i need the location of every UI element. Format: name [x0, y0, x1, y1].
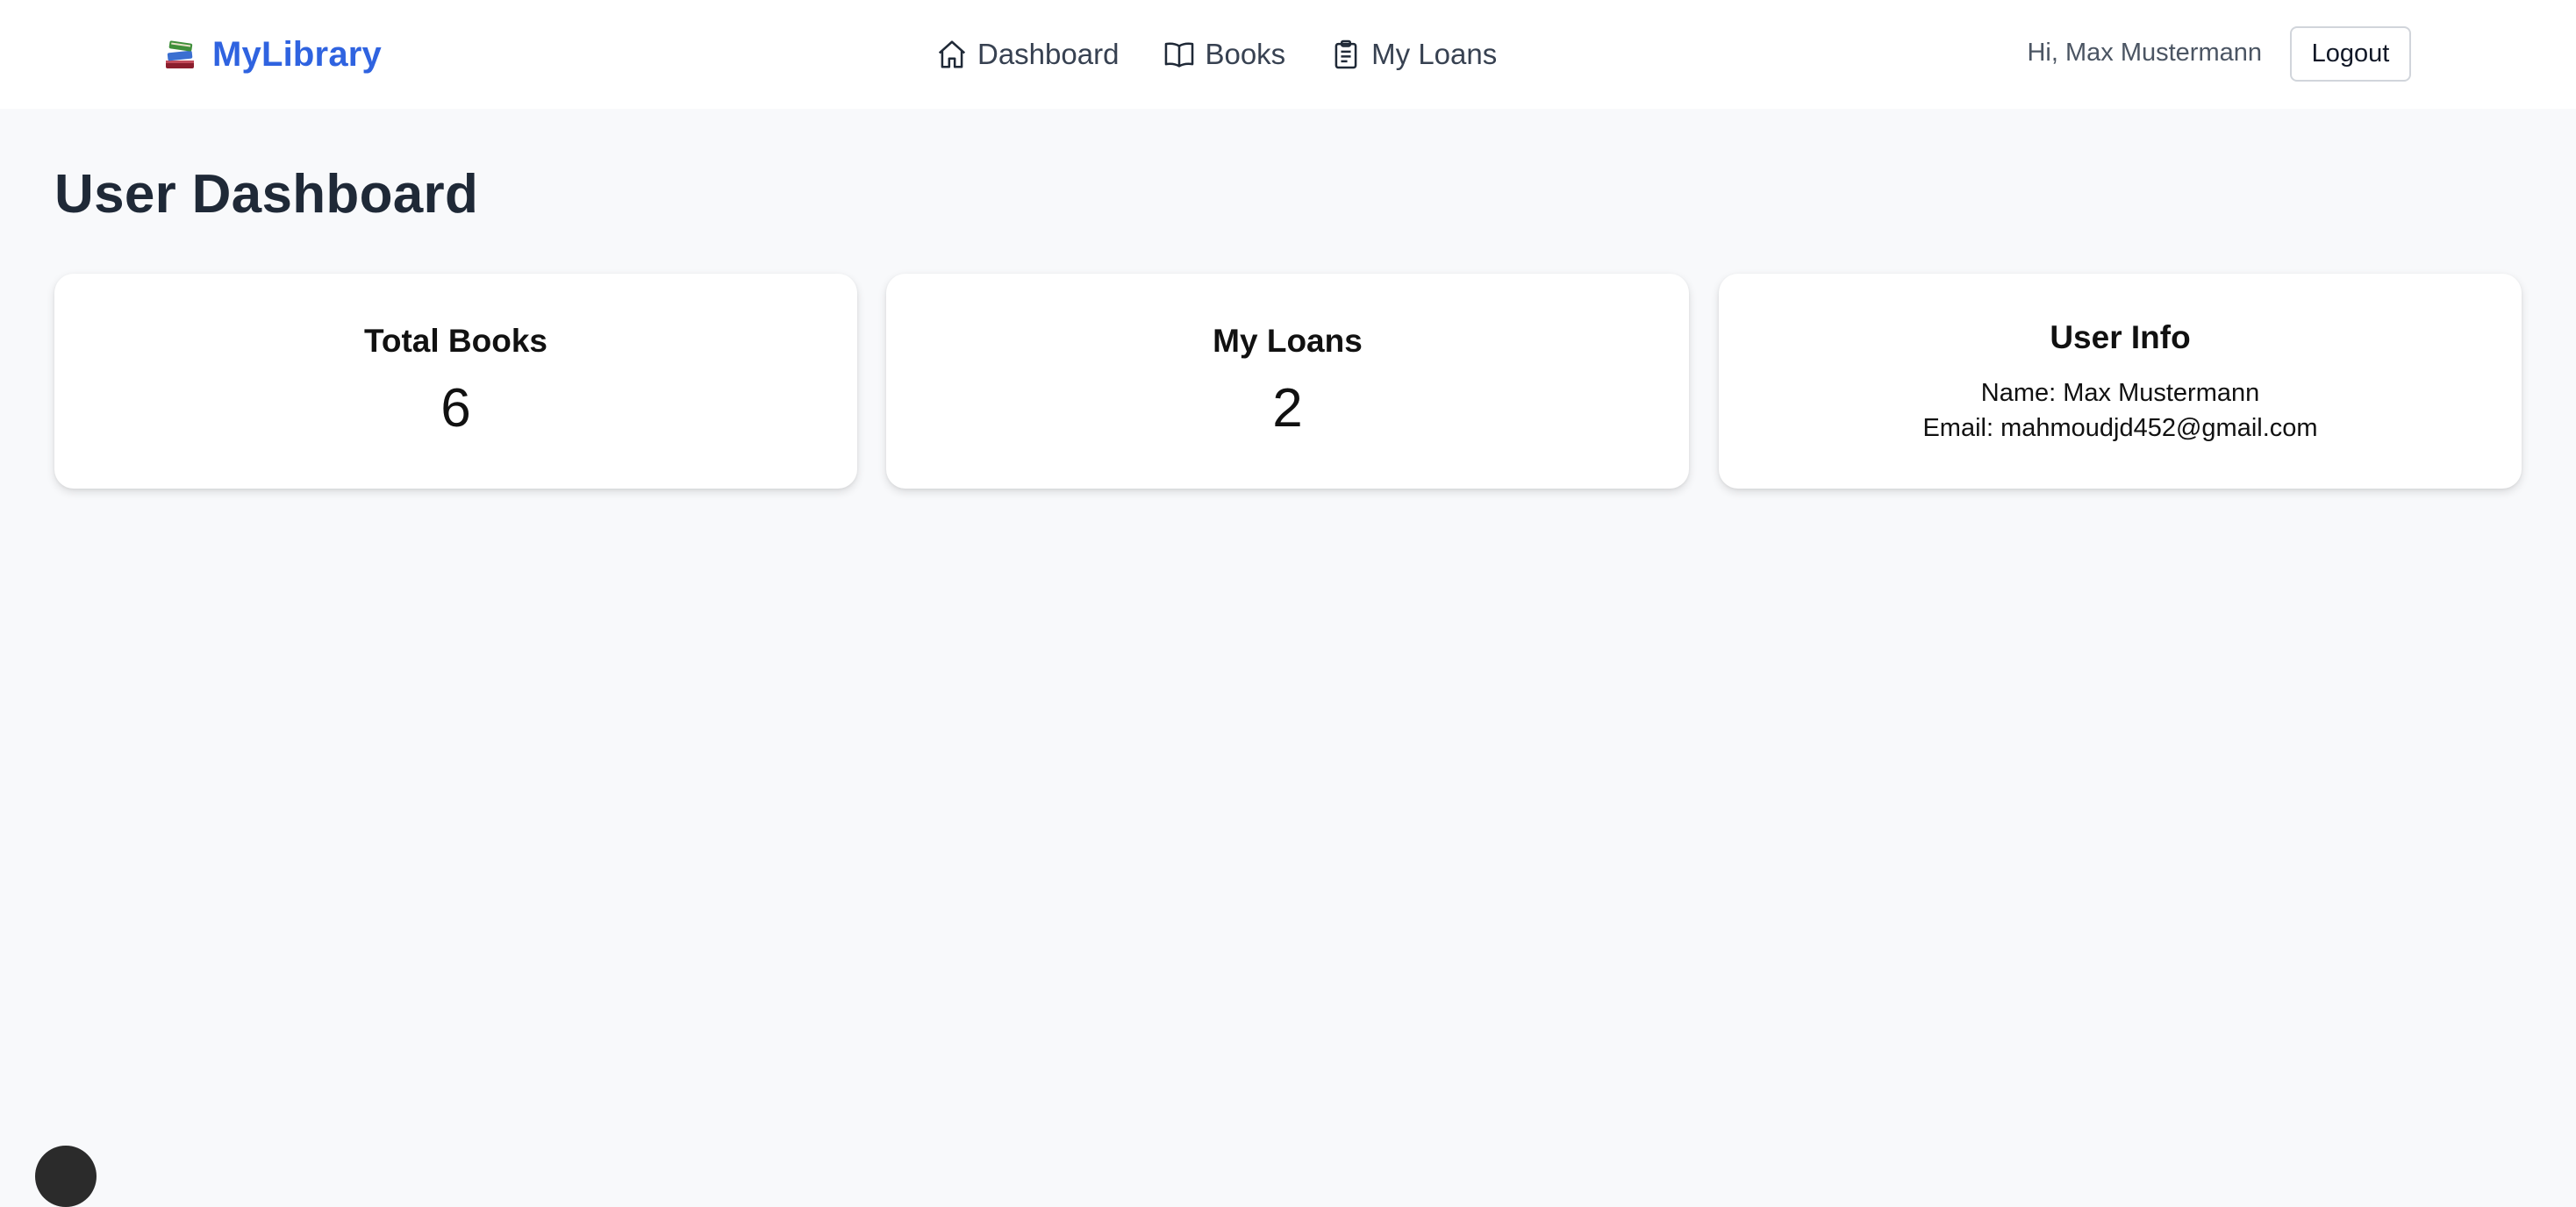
brand-name: MyLibrary	[212, 34, 382, 74]
nav-item-books[interactable]: Books	[1163, 38, 1285, 71]
user-greeting: Hi, Max Mustermann	[2027, 39, 2262, 67]
clipboard-icon	[1335, 39, 1357, 69]
nav-label-my-loans: My Loans	[1371, 38, 1498, 70]
my-loans-count: 2	[1272, 378, 1303, 439]
nav-label-dashboard: Dashboard	[977, 38, 1120, 70]
brand-link[interactable]: MyLibrary	[163, 30, 382, 79]
logout-button[interactable]: Logout	[2290, 26, 2411, 82]
floating-action-button[interactable]	[35, 1146, 97, 1207]
user-info-card: User Info Name: Max Mustermann Email: ma…	[1719, 274, 2522, 489]
user-name: Name: Max Mustermann	[1980, 379, 2260, 407]
page-title: User Dashboard	[54, 164, 479, 225]
nav-item-my-loans[interactable]: My Loans	[1329, 38, 1497, 71]
user-email: Email: mahmoudjd452@gmail.com	[1922, 414, 2318, 442]
home-icon	[938, 40, 966, 68]
total-books-count: 6	[440, 378, 471, 439]
nav-item-dashboard[interactable]: Dashboard	[935, 38, 1119, 71]
card-title: User Info	[2050, 319, 2191, 355]
nav-label-books: Books	[1205, 38, 1286, 70]
card-title: My Loans	[1213, 323, 1363, 359]
main-nav: Dashboard Books My Loans	[935, 32, 1497, 77]
top-navbar: MyLibrary Dashboard Books My Loans Hi, M…	[0, 0, 2576, 109]
books-stack-icon	[166, 40, 194, 68]
my-loans-card: My Loans 2	[886, 274, 1689, 489]
card-title: Total Books	[364, 323, 547, 359]
open-book-icon	[1165, 42, 1194, 68]
total-books-card: Total Books 6	[54, 274, 857, 489]
